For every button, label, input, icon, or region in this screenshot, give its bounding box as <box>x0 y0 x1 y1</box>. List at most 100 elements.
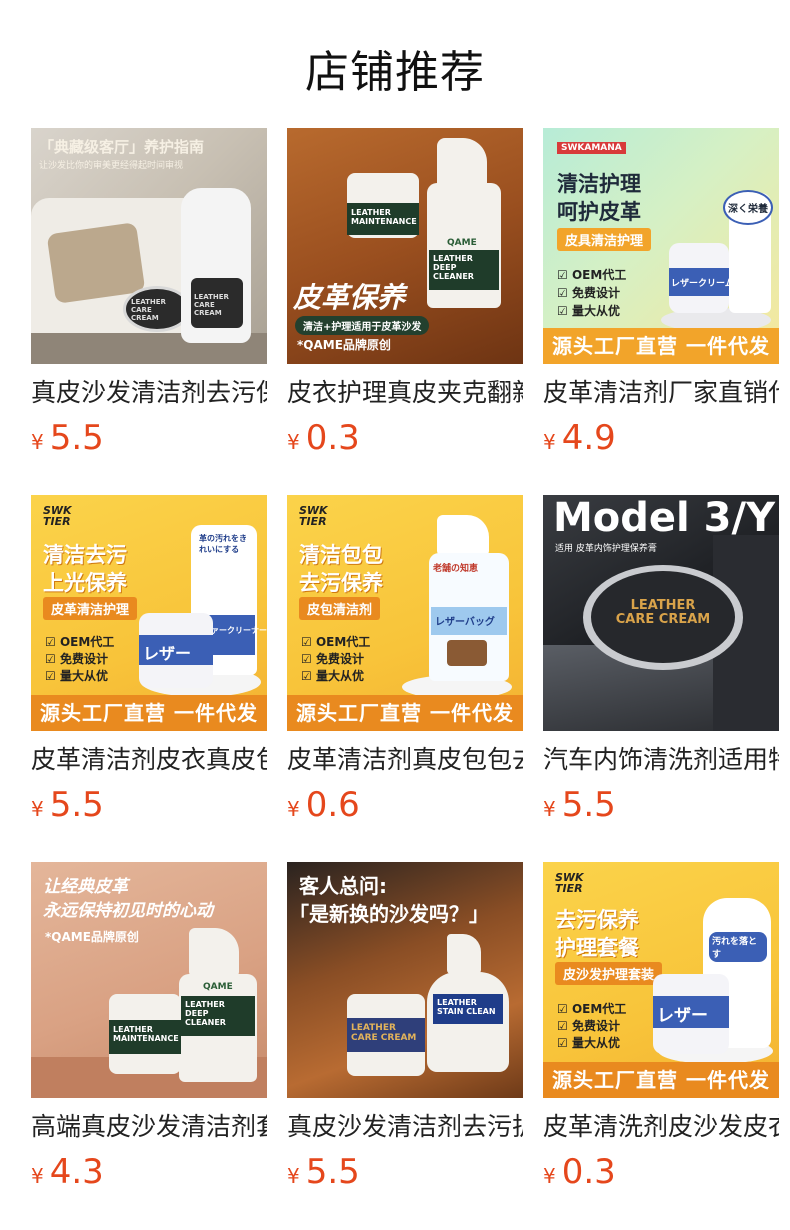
promo-banner: 源头工厂直营 一件代发 <box>31 695 267 731</box>
product-image[interactable]: SWK TIER 去污保养 护理套餐 皮沙发护理套装 OEM代工 免费设计 量大… <box>543 862 779 1098</box>
check-item: OEM代工 <box>557 1000 626 1017</box>
product-price: ¥5.5 <box>543 785 779 825</box>
product-card[interactable]: SWKAMANA 清洁护理 呵护皮革 皮具清洁护理 OEM代工 免费设计 量大从… <box>543 128 779 458</box>
image-headline: Model 3/Y <box>553 495 776 541</box>
price-value: 4.3 <box>49 1152 104 1192</box>
bottle-badge: 革の汚れをきれいにする <box>199 534 247 554</box>
product-name[interactable]: 皮衣护理真皮夹克翻新 <box>287 376 523 410</box>
product-card[interactable]: SWK TIER 去污保养 护理套餐 皮沙发护理套装 OEM代工 免费设计 量大… <box>543 862 779 1192</box>
price-value: 5.5 <box>49 418 104 458</box>
product-price: ¥4.3 <box>31 1152 267 1192</box>
jar-label: LEATHER CARE CREAM <box>131 298 166 322</box>
promo-banner: 源头工厂直营 一件代发 <box>543 328 779 364</box>
product-name[interactable]: 汽车内饰清洗剂适用特斯拉 <box>543 743 779 777</box>
product-image[interactable]: 「典藏级客厅」养护指南 让沙发比你的审美更经得起时间审视 LEATHER CAR… <box>31 128 267 364</box>
image-headline-2: 永远保持初见时的心动 <box>43 901 213 921</box>
brand-logo: SWK TIER <box>43 504 72 528</box>
page-title: 店铺推荐 <box>305 47 485 98</box>
promo-banner: 源头工厂直营 一件代发 <box>543 1062 779 1098</box>
product-price: ¥5.5 <box>31 785 267 825</box>
check-item: 免费设计 <box>301 650 364 667</box>
image-headline-2: 上光保养 <box>43 571 127 595</box>
product-image[interactable]: 客人总问: 「是新换的沙发吗？」 LEATHER STAIN CLEAN LEA… <box>287 862 523 1098</box>
product-name[interactable]: 皮革清洁剂皮衣真皮包包 <box>31 743 267 777</box>
image-headline-1: 清洁去污 <box>43 543 127 567</box>
brand-logo: SWKAMANA <box>557 142 626 154</box>
bottle-text: レザーバッグ <box>435 617 495 628</box>
product-text: レザークリーム <box>671 279 734 289</box>
image-headline-2: 「是新换的沙发吗？」 <box>289 902 489 926</box>
product-card[interactable]: 客人总问: 「是新换的沙发吗？」 LEATHER STAIN CLEAN LEA… <box>287 862 523 1192</box>
product-text: レザー <box>657 1006 708 1026</box>
promo-banner: 源头工厂直营 一件代发 <box>287 695 523 731</box>
check-item: OEM代工 <box>45 633 114 650</box>
brand-logo: SWK TIER <box>299 504 328 528</box>
image-headline-1: 清洁护理 <box>557 172 641 196</box>
check-item: 量大从优 <box>557 1034 620 1051</box>
bottle-badge: 汚れを落とす <box>709 932 767 962</box>
image-headline-2: 呵护皮革 <box>557 200 641 224</box>
product-card[interactable]: 让经典皮革 永远保持初见时的心动 *QAME品牌原创 QAME LEATHER … <box>31 862 267 1192</box>
image-pill: 清洁+护理适用于皮革沙发 <box>295 316 430 335</box>
bottle-label: LEATHER DEEP CLEANER <box>433 254 474 281</box>
check-item: 免费设计 <box>557 1017 620 1034</box>
bottle-label: LEATHER DEEP CLEANER <box>185 1000 226 1027</box>
check-item: OEM代工 <box>557 266 626 283</box>
check-item: 免费设计 <box>557 284 620 301</box>
price-value: 5.5 <box>305 1152 360 1192</box>
bottle-label: LEATHER CARE CREAM <box>194 293 229 317</box>
currency-symbol: ¥ <box>287 430 300 454</box>
product-image[interactable]: SWK TIER 清洁包包 去污保养 皮包清洁剂 OEM代工 免费设计 量大从优… <box>287 495 523 731</box>
bottle-label: LEATHER STAIN CLEAN <box>437 998 496 1016</box>
product-text: レザー <box>143 644 192 663</box>
image-subline: 让沙发比你的审美更经得起时间审视 <box>39 161 184 171</box>
bottle-badge: 老舗の知恵 <box>433 564 479 574</box>
price-value: 5.5 <box>561 785 616 825</box>
product-name[interactable]: 皮革清洁剂厂家直销代发 <box>543 376 779 410</box>
brand-logo: SWK TIER <box>555 871 584 895</box>
product-card[interactable]: SWK TIER 清洁去污 上光保养 皮革清洁护理 OEM代工 免费设计 量大从… <box>31 495 267 825</box>
image-headline: 「典藏级客厅」养护指南 <box>39 138 205 156</box>
price-value: 4.9 <box>561 418 616 458</box>
product-card[interactable]: LEATHER MAINTENANCE QAME LEATHER DEEP CL… <box>287 128 523 458</box>
product-name[interactable]: 皮革清洗剂皮沙发皮衣 <box>543 1110 779 1144</box>
product-price: ¥0.3 <box>543 1152 779 1192</box>
product-price: ¥5.5 <box>31 418 267 458</box>
check-item: 量大从优 <box>301 667 364 684</box>
product-price: ¥0.3 <box>287 418 523 458</box>
product-image[interactable]: LEATHER MAINTENANCE QAME LEATHER DEEP CL… <box>287 128 523 364</box>
product-image[interactable]: SWKAMANA 清洁护理 呵护皮革 皮具清洁护理 OEM代工 免费设计 量大从… <box>543 128 779 364</box>
price-value: 5.5 <box>49 785 104 825</box>
image-headline-2: 去污保养 <box>299 571 383 595</box>
product-name[interactable]: 高端真皮沙发清洁剂套装 <box>31 1110 267 1144</box>
check-item: 量大从优 <box>45 667 108 684</box>
image-headline: 皮革保养 <box>293 281 406 314</box>
image-pill: 皮沙发护理套装 <box>555 962 663 985</box>
bottle-brand: QAME <box>203 982 233 992</box>
currency-symbol: ¥ <box>31 1164 44 1188</box>
product-card[interactable]: Model 3/Y 适用 皮革内饰护理保养膏 LEATHER CARE CREA… <box>543 495 779 825</box>
product-price: ¥5.5 <box>287 1152 523 1192</box>
product-price: ¥0.6 <box>287 785 523 825</box>
product-name[interactable]: 真皮沙发清洁剂去污护理 <box>287 1110 523 1144</box>
price-value: 0.3 <box>305 418 360 458</box>
check-item: 免费设计 <box>45 650 108 667</box>
bottle-badge: 深く栄養 <box>723 190 773 225</box>
product-name[interactable]: 真皮沙发清洁剂去污保养 <box>31 376 267 410</box>
jar-label: LEATHER CARE CREAM <box>615 598 711 627</box>
product-name[interactable]: 皮革清洁剂真皮包包去污 <box>287 743 523 777</box>
jar-label: LEATHER MAINTENANCE <box>351 208 417 226</box>
image-headline-1: 让经典皮革 <box>43 877 128 897</box>
check-item: 量大从优 <box>557 302 620 319</box>
price-value: 0.3 <box>561 1152 616 1192</box>
brand-note: *QAME品牌原创 <box>45 930 139 944</box>
currency-symbol: ¥ <box>31 430 44 454</box>
image-subline: 适用 皮革内饰护理保养膏 <box>555 544 657 554</box>
product-card[interactable]: SWK TIER 清洁包包 去污保养 皮包清洁剂 OEM代工 免费设计 量大从优… <box>287 495 523 825</box>
product-image[interactable]: Model 3/Y 适用 皮革内饰护理保养膏 LEATHER CARE CREA… <box>543 495 779 731</box>
product-price: ¥4.9 <box>543 418 779 458</box>
product-image[interactable]: SWK TIER 清洁去污 上光保养 皮革清洁护理 OEM代工 免费设计 量大从… <box>31 495 267 731</box>
product-image[interactable]: 让经典皮革 永远保持初见时的心动 *QAME品牌原创 QAME LEATHER … <box>31 862 267 1098</box>
currency-symbol: ¥ <box>543 797 556 821</box>
product-card[interactable]: 「典藏级客厅」养护指南 让沙发比你的审美更经得起时间审视 LEATHER CAR… <box>31 128 267 458</box>
